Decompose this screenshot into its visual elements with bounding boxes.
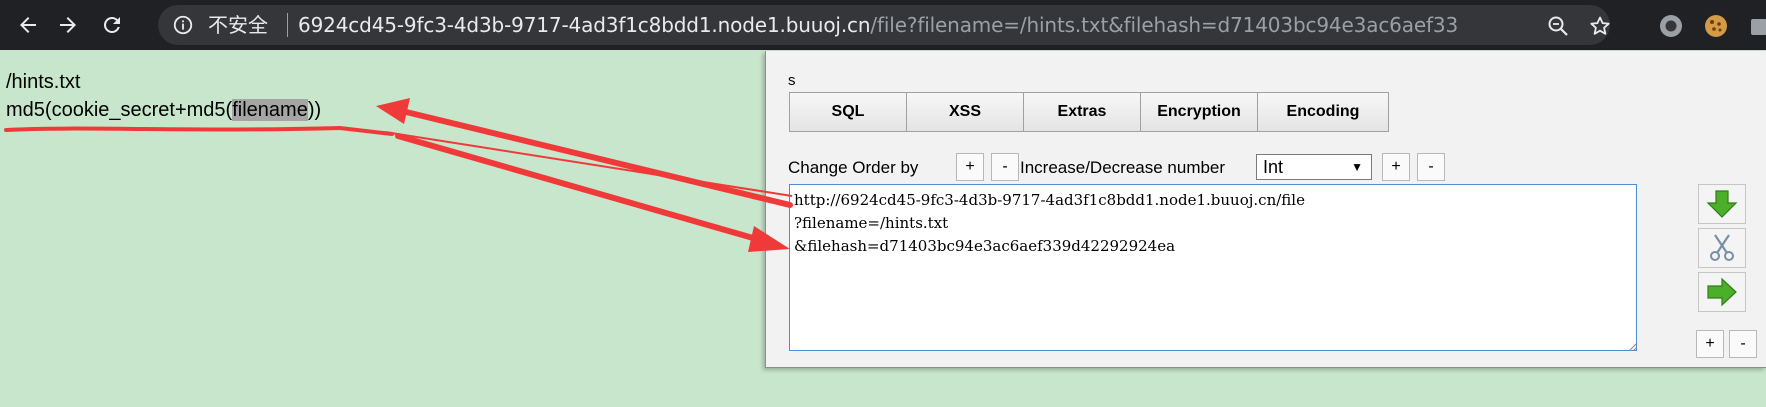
page-text-filename: /hints.txt xyxy=(6,71,81,93)
change-order-label: Change Order by xyxy=(788,158,919,177)
back-arrow-icon xyxy=(20,17,36,33)
green-right-arrow-icon xyxy=(1707,277,1737,307)
number-plus-button[interactable]: + xyxy=(1382,153,1410,181)
circle-extension-icon[interactable] xyxy=(1658,13,1684,39)
back-button[interactable] xyxy=(11,8,45,42)
puzzle-extension-icon[interactable] xyxy=(1748,13,1766,39)
cookie-extension-icon[interactable] xyxy=(1703,13,1729,39)
page-text-formula: md5(cookie_secret+md5(filename)) xyxy=(6,98,321,122)
split-url-button[interactable] xyxy=(1698,228,1746,268)
address-bar[interactable]: 不安全 6924cd45-9fc3-4d3b-9717-4ad3f1c8bdd1… xyxy=(158,5,1610,45)
url-host: 6924cd45-9fc3-4d3b-9717-4ad3f1c8bdd1.nod… xyxy=(298,13,871,37)
hackbar-tabs: SQL XSS Extras Encryption Encoding xyxy=(789,92,1389,132)
number-minus-button[interactable]: - xyxy=(1417,153,1445,181)
thin-arrow-line xyxy=(384,131,793,197)
tab-xss[interactable]: XSS xyxy=(907,93,1024,131)
tab-encryption[interactable]: Encryption xyxy=(1141,93,1258,131)
star-icon[interactable] xyxy=(1588,14,1612,38)
forward-arrow-icon xyxy=(60,17,76,33)
security-label: 不安全 xyxy=(208,13,268,37)
order-plus-button[interactable]: + xyxy=(956,153,984,181)
increase-decrease-label: Increase/Decrease number xyxy=(1020,158,1226,177)
panel-label: s xyxy=(788,72,796,89)
execute-button[interactable] xyxy=(1698,272,1746,312)
formula-suffix: )) xyxy=(307,99,322,121)
load-url-button[interactable] xyxy=(1698,184,1746,224)
info-icon[interactable] xyxy=(172,14,194,36)
arrow-to-filehash xyxy=(395,133,763,243)
url-divider xyxy=(287,13,288,37)
order-minus-button[interactable]: - xyxy=(991,153,1019,181)
green-down-arrow-icon xyxy=(1706,190,1738,218)
resize-grip-icon[interactable] xyxy=(1627,341,1637,351)
browser-toolbar: 不安全 6924cd45-9fc3-4d3b-9717-4ad3f1c8bdd1… xyxy=(0,0,1766,50)
tab-encoding[interactable]: Encoding xyxy=(1258,93,1388,131)
url-text[interactable]: 6924cd45-9fc3-4d3b-9717-4ad3f1c8bdd1.nod… xyxy=(298,13,1458,37)
arrow-to-formula xyxy=(399,108,793,208)
hackbar-panel: s SQL XSS Extras Encryption Encoding Cha… xyxy=(765,51,1766,368)
font-minus-button[interactable]: - xyxy=(1729,330,1757,358)
formula-highlight: filename xyxy=(232,99,308,121)
reload-button[interactable] xyxy=(95,8,129,42)
underline-annotation xyxy=(4,125,394,136)
reload-icon xyxy=(103,16,120,33)
tab-extras[interactable]: Extras xyxy=(1024,93,1141,131)
url-path: /file?filename=/hints.txt&filehash=d7140… xyxy=(870,13,1458,37)
chevron-down-icon: ▼ xyxy=(1351,160,1363,174)
scissors-icon xyxy=(1710,234,1734,261)
zoom-icon[interactable] xyxy=(1546,14,1570,38)
url-textarea[interactable]: http://6924cd45-9fc3-4d3b-9717-4ad3f1c8b… xyxy=(789,184,1637,351)
tab-sql[interactable]: SQL xyxy=(790,93,907,131)
font-plus-button[interactable]: + xyxy=(1696,330,1724,358)
arrowhead-left xyxy=(376,98,410,124)
number-type-select[interactable]: Int ▼ xyxy=(1256,154,1372,180)
number-type-value: Int xyxy=(1263,157,1284,177)
formula-prefix: md5(cookie_secret+md5( xyxy=(6,99,233,121)
forward-button[interactable] xyxy=(51,8,85,42)
